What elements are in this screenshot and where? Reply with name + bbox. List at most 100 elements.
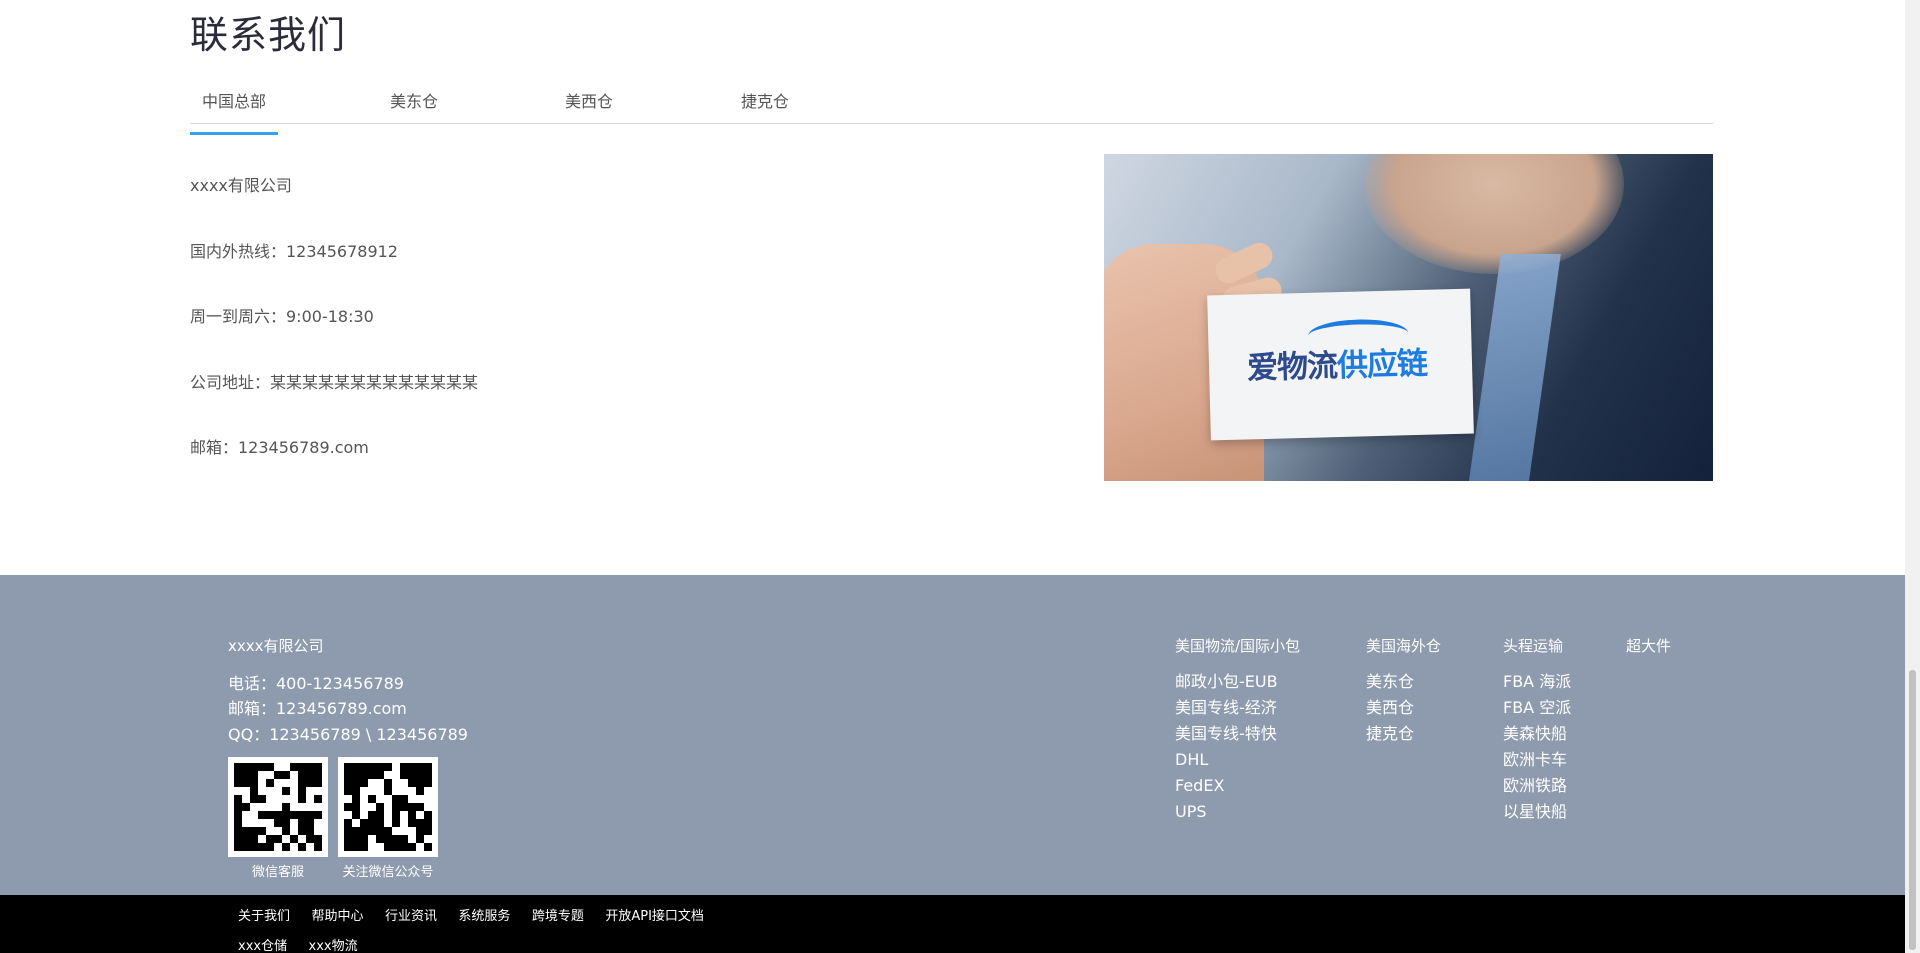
qr-module bbox=[242, 763, 250, 771]
footer-link[interactable]: FedEX bbox=[1175, 774, 1300, 800]
qr-module bbox=[416, 787, 424, 795]
link-about-us[interactable]: 关于我们 bbox=[238, 909, 290, 924]
tab-us-west[interactable]: 美西仓 bbox=[565, 88, 613, 112]
footer-column-us-logistics: 美国物流/国际小包 邮政小包-EUB 美国专线-经济 美国专线-特快 DHL F… bbox=[1175, 635, 1300, 826]
qr-module bbox=[234, 787, 242, 795]
column-heading[interactable]: 美国物流/国际小包 bbox=[1175, 635, 1300, 656]
qr-module bbox=[344, 811, 352, 819]
qr-module bbox=[234, 819, 242, 827]
footer-link[interactable]: FBA 空派 bbox=[1503, 696, 1571, 722]
footer-link[interactable]: 美国专线-特快 bbox=[1175, 722, 1300, 748]
qr-code-pattern bbox=[344, 763, 432, 851]
column-heading[interactable]: 超大件 bbox=[1626, 635, 1671, 656]
footer-link[interactable]: FBA 海派 bbox=[1503, 670, 1571, 696]
qr-module bbox=[298, 771, 306, 779]
qr-module bbox=[344, 827, 352, 835]
qr-module bbox=[314, 843, 322, 851]
footer-link[interactable]: 美西仓 bbox=[1366, 696, 1441, 722]
qr-module bbox=[408, 795, 416, 803]
qr-module bbox=[282, 811, 290, 819]
qr-module bbox=[384, 795, 392, 803]
footer-link[interactable]: 欧洲铁路 bbox=[1503, 774, 1571, 800]
tab-china-hq[interactable]: 中国总部 bbox=[190, 88, 279, 135]
qr-module bbox=[344, 843, 352, 851]
scrollbar-thumb[interactable] bbox=[1909, 670, 1916, 950]
qr-module bbox=[384, 779, 392, 787]
qr-module bbox=[258, 811, 266, 819]
link-help-center[interactable]: 帮助中心 bbox=[311, 909, 363, 924]
link-xxx-logistics[interactable]: xxx物流 bbox=[309, 939, 358, 953]
qr-module bbox=[282, 763, 290, 771]
qr-module bbox=[352, 811, 360, 819]
qr-module bbox=[258, 763, 266, 771]
qr-module bbox=[368, 819, 376, 827]
qr-module bbox=[250, 811, 258, 819]
qr-module bbox=[384, 835, 392, 843]
qr-module bbox=[242, 811, 250, 819]
footer-link[interactable]: 美东仓 bbox=[1366, 670, 1441, 696]
qr-module bbox=[352, 771, 360, 779]
qr-module bbox=[242, 827, 250, 835]
footer-link[interactable]: 美国专线-经济 bbox=[1175, 696, 1300, 722]
qr-module bbox=[368, 787, 376, 795]
qr-module bbox=[344, 835, 352, 843]
qr-module bbox=[274, 795, 282, 803]
qr-module bbox=[384, 763, 392, 771]
column-heading[interactable]: 美国海外仓 bbox=[1366, 635, 1441, 656]
qr-module bbox=[416, 763, 424, 771]
link-industry-news[interactable]: 行业资讯 bbox=[385, 909, 437, 924]
footer-link[interactable]: 美森快船 bbox=[1503, 722, 1571, 748]
link-cross-border[interactable]: 跨境专题 bbox=[532, 909, 584, 924]
qr-module bbox=[314, 795, 322, 803]
qr-module bbox=[314, 811, 322, 819]
qr-module bbox=[290, 835, 298, 843]
link-open-api-docs[interactable]: 开放API接口文档 bbox=[605, 909, 704, 924]
qr-module bbox=[400, 795, 408, 803]
qr-module bbox=[282, 771, 290, 779]
qr-module bbox=[290, 779, 298, 787]
qr-module bbox=[424, 835, 432, 843]
footer-link[interactable]: DHL bbox=[1175, 748, 1300, 774]
footer-link[interactable]: 捷克仓 bbox=[1366, 722, 1441, 748]
footer-link[interactable]: 欧洲卡车 bbox=[1503, 748, 1571, 774]
qr-module bbox=[250, 795, 258, 803]
qr-module bbox=[424, 795, 432, 803]
qr-module bbox=[242, 795, 250, 803]
tab-czech[interactable]: 捷克仓 bbox=[741, 88, 789, 112]
qr-module bbox=[290, 771, 298, 779]
footer-email: 邮箱：123456789.com bbox=[228, 699, 407, 718]
qr-module bbox=[234, 827, 242, 835]
footer-link[interactable]: UPS bbox=[1175, 800, 1300, 826]
footer-link[interactable]: 邮政小包-EUB bbox=[1175, 670, 1300, 696]
page-scrollbar[interactable] bbox=[1905, 0, 1920, 953]
qr-module bbox=[242, 835, 250, 843]
qr-module bbox=[424, 819, 432, 827]
footer-company: xxxx有限公司 bbox=[228, 637, 324, 655]
qr-module bbox=[290, 827, 298, 835]
footer-link[interactable]: 以星快船 bbox=[1503, 800, 1571, 826]
qr-module bbox=[306, 819, 314, 827]
column-heading[interactable]: 头程运输 bbox=[1503, 635, 1571, 656]
qr-module bbox=[408, 803, 416, 811]
qr-module bbox=[266, 835, 274, 843]
address: 公司地址：某某某某某某某某某某某某某 bbox=[190, 372, 479, 392]
photo-background bbox=[1364, 154, 1624, 274]
qr-module bbox=[416, 835, 424, 843]
qr-module bbox=[384, 819, 392, 827]
qr-module bbox=[408, 787, 416, 795]
qr-module bbox=[258, 803, 266, 811]
qr-module bbox=[408, 819, 416, 827]
tab-us-east[interactable]: 美东仓 bbox=[390, 88, 438, 112]
card-logo: 爱物流供应链 bbox=[1246, 345, 1428, 387]
page-title: 联系我们 bbox=[190, 13, 347, 57]
link-xxx-warehouse[interactable]: xxx仓储 bbox=[238, 939, 287, 953]
qr-module bbox=[234, 835, 242, 843]
qr-module bbox=[306, 795, 314, 803]
qr-module bbox=[266, 811, 274, 819]
qr-module bbox=[282, 803, 290, 811]
qr-module bbox=[352, 787, 360, 795]
link-system-services[interactable]: 系统服务 bbox=[458, 909, 510, 924]
qr-module bbox=[314, 827, 322, 835]
qr-module bbox=[376, 827, 384, 835]
qr-module bbox=[250, 827, 258, 835]
